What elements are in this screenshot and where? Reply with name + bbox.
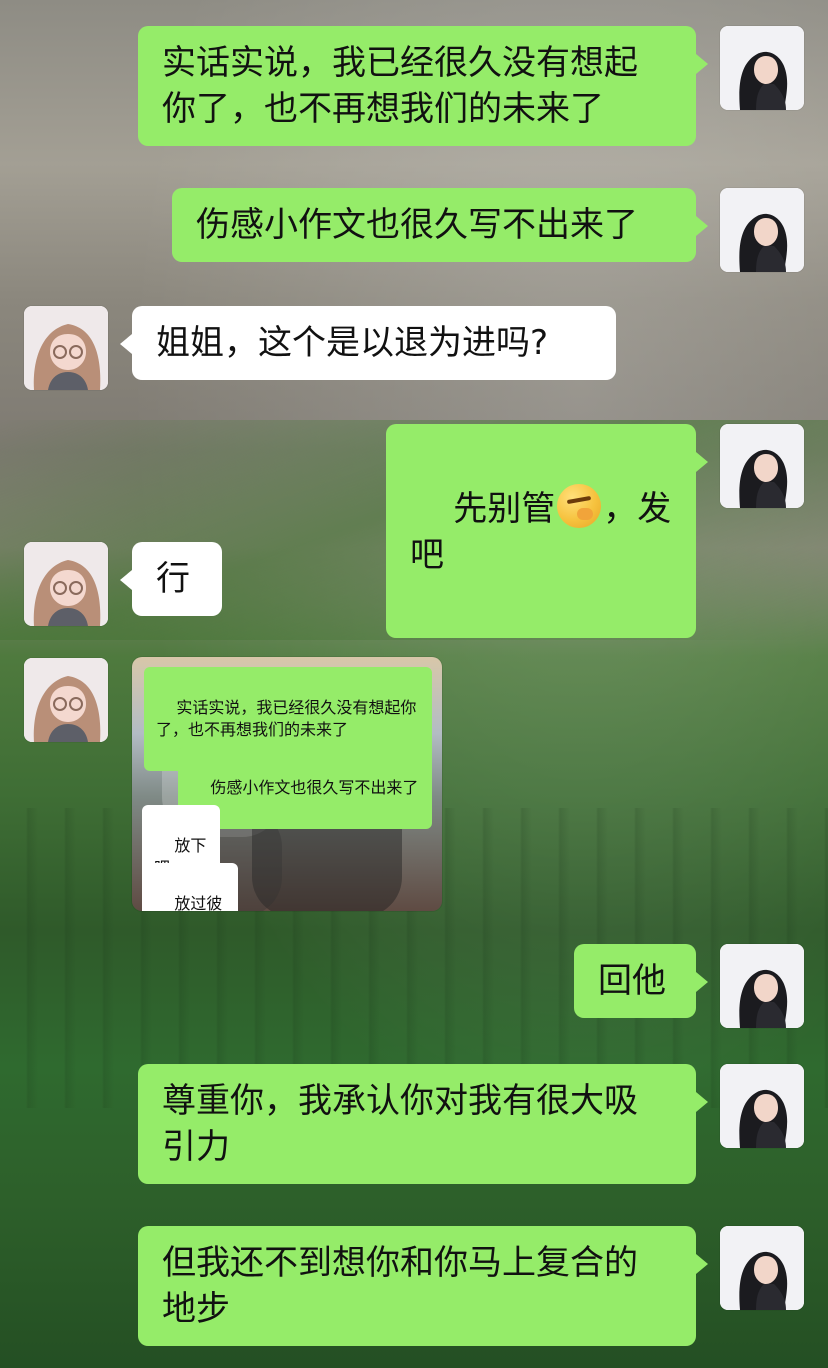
message-text: 但我还不到想你和你马上复合的 地步 — [162, 1243, 638, 1329]
avatar-image — [720, 944, 804, 1028]
thinking-face-emoji-icon — [557, 484, 602, 528]
my-avatar[interactable] — [720, 1064, 804, 1148]
image-message[interactable]: 实话实说，我已经很久没有想起你 了，也不再想我们的未来了 伤感小作文也很久写不出… — [132, 657, 442, 911]
message-text: 行 — [156, 559, 190, 599]
message-text: 实话实说，我已经很久没有想起 你了，也不再想我们的未来了 — [162, 43, 638, 129]
avatar-image — [24, 542, 108, 626]
message-bubble-me[interactable]: 伤感小作文也很久写不出来了 — [172, 188, 708, 262]
my-avatar[interactable] — [720, 26, 804, 110]
avatar-image — [720, 26, 804, 110]
my-avatar[interactable] — [720, 1226, 804, 1310]
message-bubble-me[interactable]: 先别管 ，发吧 — [386, 424, 708, 638]
contact-avatar[interactable] — [24, 306, 108, 390]
avatar-image — [24, 306, 108, 390]
mini-message-text: 实话实说，我已经很久没有想起你 了，也不再想我们的未来了 — [156, 698, 417, 739]
message-text: 姐姐，这个是以退为进吗? — [156, 323, 549, 363]
avatar-image — [720, 424, 804, 508]
message-bubble-me[interactable]: 实话实说，我已经很久没有想起 你了，也不再想我们的未来了 — [138, 26, 708, 146]
message-text: 先别管 ，发吧 — [410, 438, 672, 624]
avatar-image — [720, 1226, 804, 1310]
contact-avatar[interactable] — [24, 542, 108, 626]
mini-message-text: 放过彼此 — [174, 894, 223, 911]
my-avatar[interactable] — [720, 944, 804, 1028]
message-bubble-me[interactable]: 回他 — [574, 944, 708, 1018]
message-text: 尊重你，我承认你对我有很大吸 引力 — [162, 1081, 638, 1167]
message-bubble-me[interactable]: 但我还不到想你和你马上复合的 地步 — [138, 1226, 708, 1346]
my-avatar[interactable] — [720, 424, 804, 508]
avatar-image — [720, 1064, 804, 1148]
mini-message-bubble-other: 放过彼此 — [142, 863, 238, 911]
message-bubble-me[interactable]: 尊重你，我承认你对我有很大吸 引力 — [138, 1064, 708, 1184]
message-bubble-other[interactable]: 姐姐，这个是以退为进吗? — [120, 306, 616, 380]
message-text: 伤感小作文也很久写不出来了 — [196, 205, 638, 245]
message-text-part: 先别管 — [453, 489, 556, 529]
my-avatar[interactable] — [720, 188, 804, 272]
avatar-image — [24, 658, 108, 742]
mini-message-text: 伤感小作文也很久写不出来了 — [210, 778, 419, 797]
message-bubble-other[interactable]: 行 — [120, 542, 222, 616]
avatar-image — [720, 188, 804, 272]
contact-avatar[interactable] — [24, 658, 108, 742]
message-text: 回他 — [598, 961, 666, 1001]
